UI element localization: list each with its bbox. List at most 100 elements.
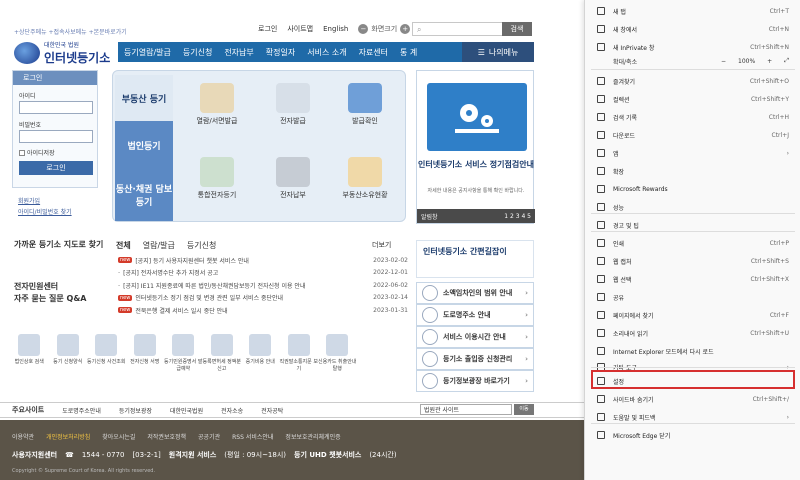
nav-item[interactable]: 서비스 소개: [301, 47, 352, 58]
news-title: [공지] 전자서명수단 추가 지정서 공고: [123, 270, 219, 278]
banner-pager[interactable]: 1 2 3 4 5: [504, 213, 531, 220]
sitemap-link[interactable]: 사이트맵: [287, 24, 313, 34]
category-movable[interactable]: 동산·채권 담보 등기: [115, 169, 173, 221]
news-item[interactable]: new 인터넷등기소 정기 점검 및 변경 관련 일부 서비스 중단안내 2023-…: [118, 292, 408, 305]
nav-item[interactable]: 전자납부: [218, 47, 259, 58]
service-shortcut[interactable]: 증기비용 안내: [241, 334, 280, 372]
service-e-payment[interactable]: 전자납부: [257, 157, 329, 200]
service-ownership[interactable]: 부동산소유현황: [329, 157, 401, 200]
tab-issue[interactable]: 열람/발급: [143, 240, 175, 251]
tab-register[interactable]: 등기신청: [187, 240, 216, 251]
tab-all[interactable]: 전체: [116, 240, 131, 251]
nav-item[interactable]: 확정일자: [260, 47, 301, 58]
menu-item-rewards[interactable]: Microsoft Rewards: [585, 180, 800, 198]
menu-item-apps[interactable]: 앱 ›: [585, 144, 800, 162]
menu-item-sidebar[interactable]: 사이드바 숨기기 Ctrl+Shift+/: [585, 390, 800, 408]
footer-link[interactable]: RSS 서비스안내: [232, 432, 273, 441]
menu-item-capture[interactable]: 웹 캡처 Ctrl+Shift+S: [585, 252, 800, 270]
quick-link[interactable]: 소액임차인의 범위 안내 ›: [416, 282, 534, 304]
quick-guide-banner[interactable]: 인터넷등기소 간편길잡이: [416, 240, 534, 278]
menu-item-new-window[interactable]: 새 창에서 Ctrl+N: [585, 20, 800, 38]
category-corporate[interactable]: 법인등기: [115, 121, 173, 169]
notice-banner[interactable]: 인터넷등기소 서비스 정기점검안내 자세한 내용은 공지사항을 통해 확인 바랍…: [416, 70, 535, 224]
service-shortcut[interactable]: 등기 신청양식: [49, 334, 88, 372]
footer-link[interactable]: 공공기관: [198, 432, 220, 441]
login-button[interactable]: 로그인: [19, 161, 93, 175]
service-shortcut[interactable]: 등기신청 사건조회: [87, 334, 126, 372]
menu-item-favorites[interactable]: 즐겨찾기 Ctrl+Shift+O: [585, 72, 800, 90]
fullscreen-icon[interactable]: ⤢: [784, 57, 789, 65]
footer-link[interactable]: 개인정보처리방침: [46, 432, 90, 441]
menu-item-print[interactable]: 인쇄 Ctrl+P: [585, 234, 800, 252]
join-link[interactable]: 회원가입: [18, 196, 72, 207]
news-item[interactable]: new 전북은행 결제 서비스 일시 중단 안내 2023-01-31: [118, 304, 408, 317]
e-civil-center-link[interactable]: 전자민원센터: [14, 282, 58, 292]
quick-link[interactable]: 서비스 이용시간 안내 ›: [416, 326, 534, 348]
id-field[interactable]: [19, 101, 93, 114]
zoom-minus-button[interactable]: −: [721, 58, 726, 65]
top-login-link[interactable]: 로그인: [258, 24, 277, 34]
site-link[interactable]: 등기정보광장: [119, 406, 152, 415]
menu-item-inprivate[interactable]: 새 InPrivate 창 Ctrl+Shift+N: [585, 38, 800, 56]
footer-link[interactable]: 찾아오시는길: [102, 432, 135, 441]
quick-link[interactable]: 도로명주소 안내 ›: [416, 304, 534, 326]
site-link[interactable]: 전자공탁: [261, 406, 283, 415]
news-item[interactable]: new [공지] 등기 사용자지원센터 챗봇 서비스 안내 2023-02-02: [118, 254, 408, 267]
site-link[interactable]: 도로명주소안내: [62, 406, 101, 415]
quick-link[interactable]: 등기정보광장 바로가기 ›: [416, 370, 534, 392]
service-view-issue[interactable]: 열람/서면발급: [181, 83, 253, 126]
site-link[interactable]: 대한민국법원: [170, 406, 203, 415]
category-real-estate[interactable]: 부동산 등기: [115, 75, 173, 121]
menu-item-extensions[interactable]: 확장: [585, 162, 800, 180]
faq-link[interactable]: 자주 묻는 질문 Q&A: [14, 294, 86, 304]
nav-item[interactable]: 등기열람/발급: [118, 47, 177, 58]
service-shortcut[interactable]: 등록면허세 정액분 신고: [203, 334, 242, 372]
search-button[interactable]: 검색: [502, 22, 532, 36]
footer-link[interactable]: 저작권보호정책: [147, 432, 186, 441]
zoom-in-button[interactable]: +: [400, 24, 411, 34]
menu-item-share[interactable]: 공유: [585, 288, 800, 306]
zoom-plus-button[interactable]: +: [767, 58, 772, 65]
menu-item-shortcut: Ctrl+Shift+Y: [750, 95, 789, 103]
nav-item[interactable]: 등기신청: [177, 47, 218, 58]
service-integrated[interactable]: 통합전자등기: [181, 157, 253, 200]
site-link[interactable]: 전자소송: [221, 406, 243, 415]
service-shortcut[interactable]: 전자신청 서명: [126, 334, 165, 372]
chatbot-link[interactable]: 등기 UHD 챗봇서비스: [294, 450, 361, 460]
menu-item-read-aloud[interactable]: 소리내어 읽기 Ctrl+Shift+U: [585, 324, 800, 342]
news-item[interactable]: - [공지] IE11 지원종료에 따른 법인/동산채권담보등기 전자신청 이용 …: [118, 279, 408, 292]
skip-links[interactable]: +상단주메뉴 +접속사보메뉴 +본문바로가기: [14, 27, 127, 36]
service-shortcut[interactable]: 신용카드 취출안내 탈행: [318, 334, 357, 372]
menu-item-collections[interactable]: 컬렉션 Ctrl+Shift+Y: [585, 90, 800, 108]
english-link[interactable]: English: [323, 25, 348, 33]
menu-item-history[interactable]: 검색 기록 Ctrl+H: [585, 108, 800, 126]
quick-link[interactable]: 등기소 출입증 신청관리 ›: [416, 348, 534, 370]
save-id-checkbox[interactable]: 아이디저장: [19, 148, 97, 157]
find-account-link[interactable]: 아이디/비밀번호 찾기: [18, 207, 72, 218]
footer-link[interactable]: 이용약관: [12, 432, 34, 441]
service-shortcut[interactable]: 직권말소통지문 보기: [280, 334, 319, 372]
news-tabs: 전체 열람/발급 등기신청: [116, 240, 216, 251]
site-select[interactable]: 법원관 사이트: [420, 404, 512, 415]
service-shortcut[interactable]: 법인상호 검색: [10, 334, 49, 372]
menu-item-find[interactable]: 페이지에서 찾기 Ctrl+F: [585, 306, 800, 324]
service-shortcut[interactable]: 등기민원증명서 발급예약: [164, 334, 203, 372]
news-item[interactable]: - [공지] 전자서명수단 추가 지정서 공고 2022-12-01: [118, 267, 408, 280]
menu-item-web-select[interactable]: 웹 선택 Ctrl+Shift+X: [585, 270, 800, 288]
menu-item-close[interactable]: Microsoft Edge 닫기: [585, 426, 800, 444]
service-e-issue[interactable]: 전자발급: [257, 83, 329, 126]
menu-item-download[interactable]: 다운로드 Ctrl+J: [585, 126, 800, 144]
password-field[interactable]: [19, 130, 93, 143]
menu-item-new-tab[interactable]: 새 탭 Ctrl+T: [585, 2, 800, 20]
site-logo[interactable]: 대한민국 법원 인터넷등기소: [14, 40, 110, 66]
zoom-out-button[interactable]: −: [358, 24, 369, 34]
nearby-office-link[interactable]: 가까운 등기소 지도로 찾기: [14, 240, 103, 250]
my-menu-button[interactable]: ☰ 나의메뉴: [462, 42, 534, 62]
nav-item[interactable]: 자료센터: [353, 47, 394, 58]
service-verify[interactable]: 발급확인: [329, 83, 401, 126]
remote-support-link[interactable]: 원격지원 서비스: [169, 450, 217, 460]
site-go-button[interactable]: 이동: [514, 404, 534, 415]
search-icon: ⌕: [417, 25, 422, 34]
more-link[interactable]: 더보기: [372, 240, 391, 250]
nav-item[interactable]: 통 계: [394, 47, 423, 58]
